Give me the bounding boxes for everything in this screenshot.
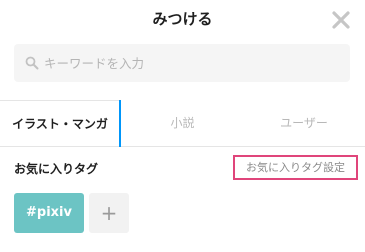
- header: みつける: [0, 0, 365, 38]
- search-icon: [25, 56, 39, 70]
- close-icon: [332, 11, 350, 29]
- tab-user[interactable]: ユーザー: [243, 100, 365, 146]
- tab-illust-manga[interactable]: イラスト・マンガ: [0, 100, 121, 147]
- search-input[interactable]: [44, 44, 344, 82]
- active-tab-indicator: [119, 100, 121, 147]
- add-tag-button[interactable]: +: [89, 193, 129, 233]
- tab-label: ユーザー: [280, 116, 328, 130]
- favorite-tags-settings-link[interactable]: お気に入りタグ設定: [233, 155, 358, 180]
- favorite-tags-heading: お気に入りタグ: [14, 162, 99, 176]
- plus-icon: +: [100, 201, 118, 225]
- tab-novel[interactable]: 小説: [122, 100, 243, 146]
- close-button[interactable]: [331, 10, 351, 30]
- tag-chip[interactable]: #pixiv: [14, 193, 84, 233]
- tab-label: イラスト・マンガ: [12, 117, 108, 131]
- tab-label: 小説: [170, 116, 195, 130]
- search-bar[interactable]: [14, 44, 350, 82]
- tab-bar: イラスト・マンガ 小説 ユーザー: [0, 100, 365, 147]
- page-title: みつける: [152, 10, 213, 28]
